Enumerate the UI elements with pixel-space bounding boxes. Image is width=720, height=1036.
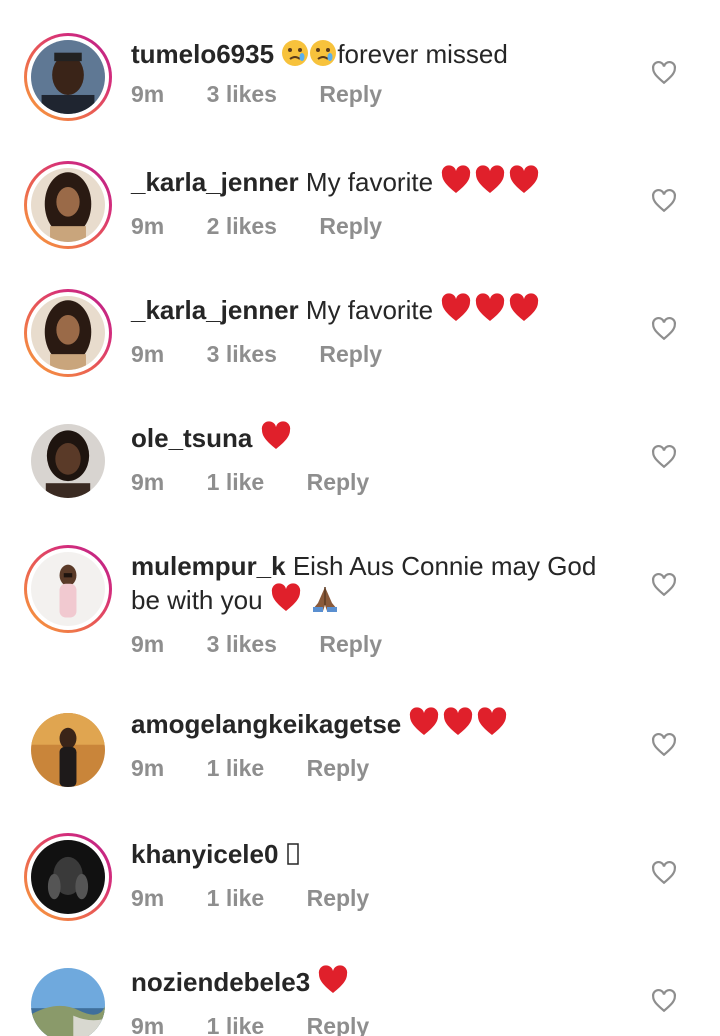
avatar: [31, 968, 105, 1036]
missing-glyph-icon: [286, 841, 300, 875]
heart-outline-icon[interactable]: [651, 60, 677, 86]
avatar: [31, 840, 105, 914]
comment-time: 9m: [131, 755, 165, 781]
avatar-button[interactable]: [24, 33, 112, 121]
avatar-button[interactable]: [24, 833, 112, 921]
comment-likes[interactable]: 3 likes: [207, 81, 277, 107]
comment-likes[interactable]: 1 like: [207, 755, 265, 781]
avatar-button[interactable]: [24, 545, 112, 633]
avatar: [31, 424, 105, 498]
comment-username[interactable]: noziendebele3: [131, 967, 310, 997]
avatar-button[interactable]: [24, 417, 112, 505]
comment-text: My favorite: [305, 167, 434, 197]
crying-face-icon: [310, 40, 337, 66]
red-heart-icon: [440, 293, 540, 331]
heart-outline-icon[interactable]: [651, 444, 677, 470]
reply-button[interactable]: Reply: [307, 885, 370, 911]
comment-time: 9m: [131, 885, 165, 911]
crying-face-icon: [282, 40, 309, 66]
comment-time: 9m: [131, 341, 165, 367]
red-heart-icon: [440, 165, 540, 203]
red-heart-icon: [317, 965, 349, 1003]
avatar-button[interactable]: [24, 289, 112, 377]
avatar-button[interactable]: [24, 961, 112, 1036]
comment-likes[interactable]: 3 likes: [207, 341, 277, 367]
comment-time: 9m: [131, 81, 165, 107]
red-heart-icon: [260, 421, 292, 459]
comment-text: Eish Aus Connie may God: [292, 551, 597, 581]
comment-likes[interactable]: 3 likes: [207, 631, 277, 657]
reply-button[interactable]: Reply: [319, 81, 382, 107]
heart-outline-icon[interactable]: [651, 572, 677, 598]
comment-username[interactable]: _karla_jenner: [131, 295, 299, 325]
reply-button[interactable]: Reply: [319, 213, 382, 239]
comment-time: 9m: [131, 213, 165, 239]
avatar-button[interactable]: [24, 706, 112, 794]
comment-likes[interactable]: 1 like: [207, 885, 265, 911]
comment-text: forever missed: [337, 39, 508, 69]
heart-outline-icon[interactable]: [651, 860, 677, 886]
heart-outline-icon[interactable]: [651, 732, 677, 758]
comment-text: My favorite: [305, 295, 434, 325]
reply-button[interactable]: Reply: [307, 755, 370, 781]
comment-time: 9m: [131, 469, 165, 495]
comment-username[interactable]: ole_tsuna: [131, 423, 252, 453]
reply-button[interactable]: Reply: [307, 1013, 370, 1036]
heart-outline-icon[interactable]: [651, 188, 677, 214]
red-heart-icon: [408, 707, 508, 745]
avatar-button[interactable]: [24, 161, 112, 249]
comment-likes[interactable]: 1 like: [207, 469, 265, 495]
comment-username[interactable]: khanyicele0: [131, 839, 278, 869]
avatar: [31, 40, 105, 114]
red-heart-icon: [270, 583, 302, 621]
avatar: [31, 168, 105, 242]
avatar: [31, 713, 105, 787]
heart-outline-icon[interactable]: [651, 316, 677, 342]
comment-username[interactable]: _karla_jenner: [131, 167, 299, 197]
folded-hands-icon: [309, 583, 341, 621]
comment-likes[interactable]: 2 likes: [207, 213, 277, 239]
reply-button[interactable]: Reply: [307, 469, 370, 495]
comment-username[interactable]: tumelo6935: [131, 39, 274, 69]
heart-outline-icon[interactable]: [651, 988, 677, 1014]
comment-time: 9m: [131, 1013, 165, 1036]
comment-time: 9m: [131, 631, 165, 657]
comment-username[interactable]: amogelangkeikagetse: [131, 709, 401, 739]
reply-button[interactable]: Reply: [319, 341, 382, 367]
comment-likes[interactable]: 1 like: [207, 1013, 265, 1036]
comment-text-continued: be with you: [131, 585, 263, 615]
reply-button[interactable]: Reply: [319, 631, 382, 657]
avatar: [31, 296, 105, 370]
comment-username[interactable]: mulempur_k: [131, 551, 286, 581]
avatar: [31, 552, 105, 626]
